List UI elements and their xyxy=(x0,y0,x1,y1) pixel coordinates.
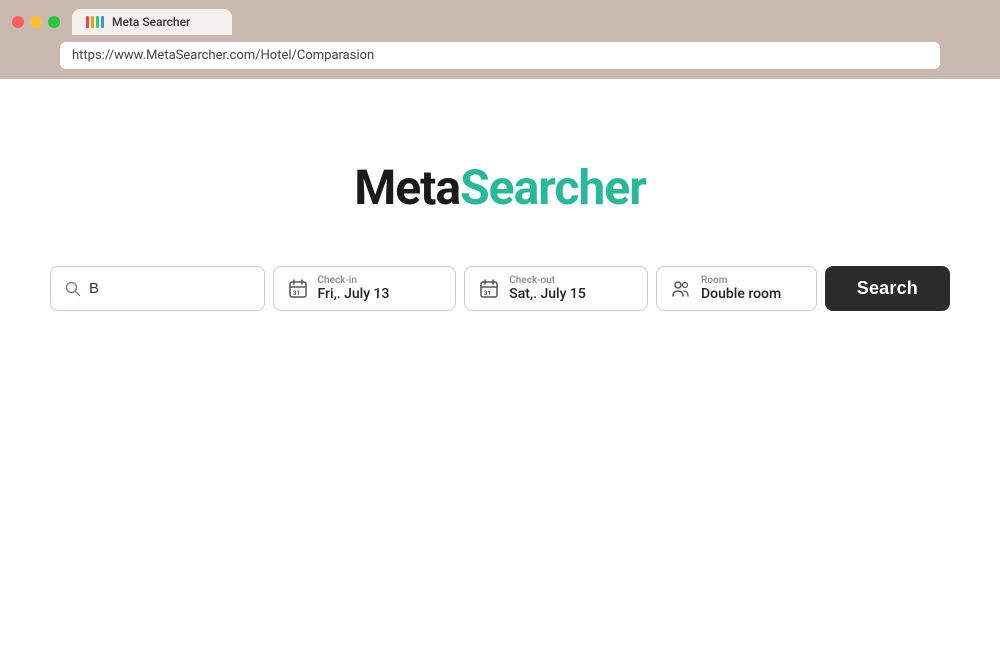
search-bar: 31 Check-in Fri,. July 13 31 Check-out S… xyxy=(50,266,950,311)
room-label: Room xyxy=(701,275,781,286)
checkout-value: Sat,. July 15 xyxy=(509,286,586,302)
tab-title: Meta Searcher xyxy=(112,15,190,29)
window-controls xyxy=(12,16,60,28)
search-button[interactable]: Search xyxy=(825,266,950,311)
tab-favicon xyxy=(86,16,104,28)
room-value: Double room xyxy=(701,286,781,302)
room-people-icon xyxy=(671,279,691,299)
browser-chrome: Meta Searcher https://www.MetaSearcher.c… xyxy=(0,0,1000,79)
checkout-field-inner: Check-out Sat,. July 15 xyxy=(509,275,586,302)
checkout-field[interactable]: 31 Check-out Sat,. July 15 xyxy=(464,266,648,311)
checkin-field[interactable]: 31 Check-in Fri,. July 13 xyxy=(273,266,457,311)
checkout-label: Check-out xyxy=(509,275,586,286)
logo: MetaSearcher xyxy=(354,159,646,216)
svg-text:31: 31 xyxy=(484,290,491,297)
search-icon xyxy=(65,281,81,297)
location-input[interactable] xyxy=(89,280,250,297)
location-field[interactable] xyxy=(50,266,265,311)
room-field-inner: Room Double room xyxy=(701,275,781,302)
maximize-button[interactable] xyxy=(48,16,60,28)
checkin-calendar-icon: 31 xyxy=(288,279,308,299)
svg-text:31: 31 xyxy=(293,290,300,297)
address-bar[interactable]: https://www.MetaSearcher.com/Hotel/Compa… xyxy=(60,42,940,69)
close-button[interactable] xyxy=(12,16,24,28)
browser-tab[interactable]: Meta Searcher xyxy=(72,9,232,35)
page-content: MetaSearcher 31 Check-in Fri,. July 13 xyxy=(0,79,1000,666)
checkin-field-inner: Check-in Fri,. July 13 xyxy=(318,275,390,302)
checkout-calendar-icon: 31 xyxy=(479,279,499,299)
minimize-button[interactable] xyxy=(30,16,42,28)
checkin-value: Fri,. July 13 xyxy=(318,286,390,302)
title-bar: Meta Searcher xyxy=(0,0,1000,36)
logo-meta: Meta xyxy=(354,159,460,216)
room-field[interactable]: Room Double room xyxy=(656,266,817,311)
address-bar-row: https://www.MetaSearcher.com/Hotel/Compa… xyxy=(0,36,1000,79)
logo-searcher: Searcher xyxy=(460,159,646,216)
checkin-label: Check-in xyxy=(318,275,390,286)
